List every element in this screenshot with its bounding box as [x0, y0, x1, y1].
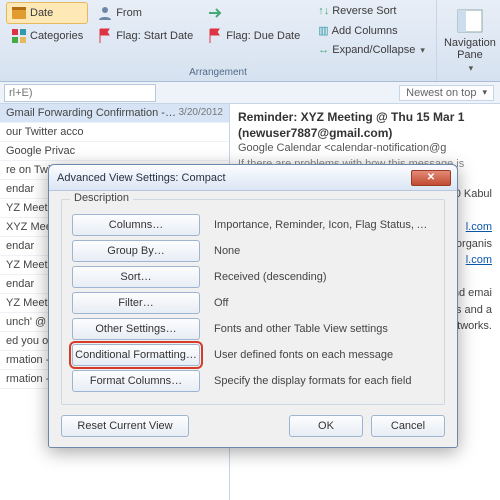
conditional-formatting-desc: User defined fonts on each message: [214, 349, 434, 361]
close-button[interactable]: ✕: [411, 170, 451, 186]
advanced-view-settings-dialog: Advanced View Settings: Compact ✕ Descri…: [48, 164, 458, 448]
group-title: Description: [70, 192, 133, 204]
modal-overlay: Advanced View Settings: Compact ✕ Descri…: [0, 0, 500, 500]
dialog-titlebar[interactable]: Advanced View Settings: Compact ✕: [49, 165, 457, 191]
close-icon: ✕: [427, 172, 435, 183]
filter-button[interactable]: Filter…: [72, 292, 200, 314]
sort-desc: Received (descending): [214, 271, 434, 283]
conditional-formatting-button[interactable]: Conditional Formatting…: [72, 344, 200, 366]
description-group: Description Columns…Importance, Reminder…: [61, 199, 445, 405]
dialog-title: Advanced View Settings: Compact: [57, 172, 226, 184]
filter-desc: Off: [214, 297, 434, 309]
dialog-body: Description Columns… Importance, Reminder…: [49, 191, 457, 447]
ok-button[interactable]: OK: [289, 415, 363, 437]
format-columns-desc: Specify the display formats for each fie…: [214, 375, 434, 387]
other-settings-button[interactable]: Other Settings…: [72, 318, 200, 340]
reset-view-button[interactable]: Reset Current View: [61, 415, 189, 437]
groupby-button[interactable]: Group By…: [72, 240, 200, 262]
cancel-button[interactable]: Cancel: [371, 415, 445, 437]
format-columns-button[interactable]: Format Columns…: [72, 370, 200, 392]
sort-button[interactable]: Sort…: [72, 266, 200, 288]
other-settings-desc: Fonts and other Table View settings: [214, 323, 434, 335]
groupby-desc: None: [214, 245, 434, 257]
columns-button[interactable]: Columns…: [72, 214, 200, 236]
columns-desc: Importance, Reminder, Icon, Flag Status,…: [214, 219, 434, 231]
